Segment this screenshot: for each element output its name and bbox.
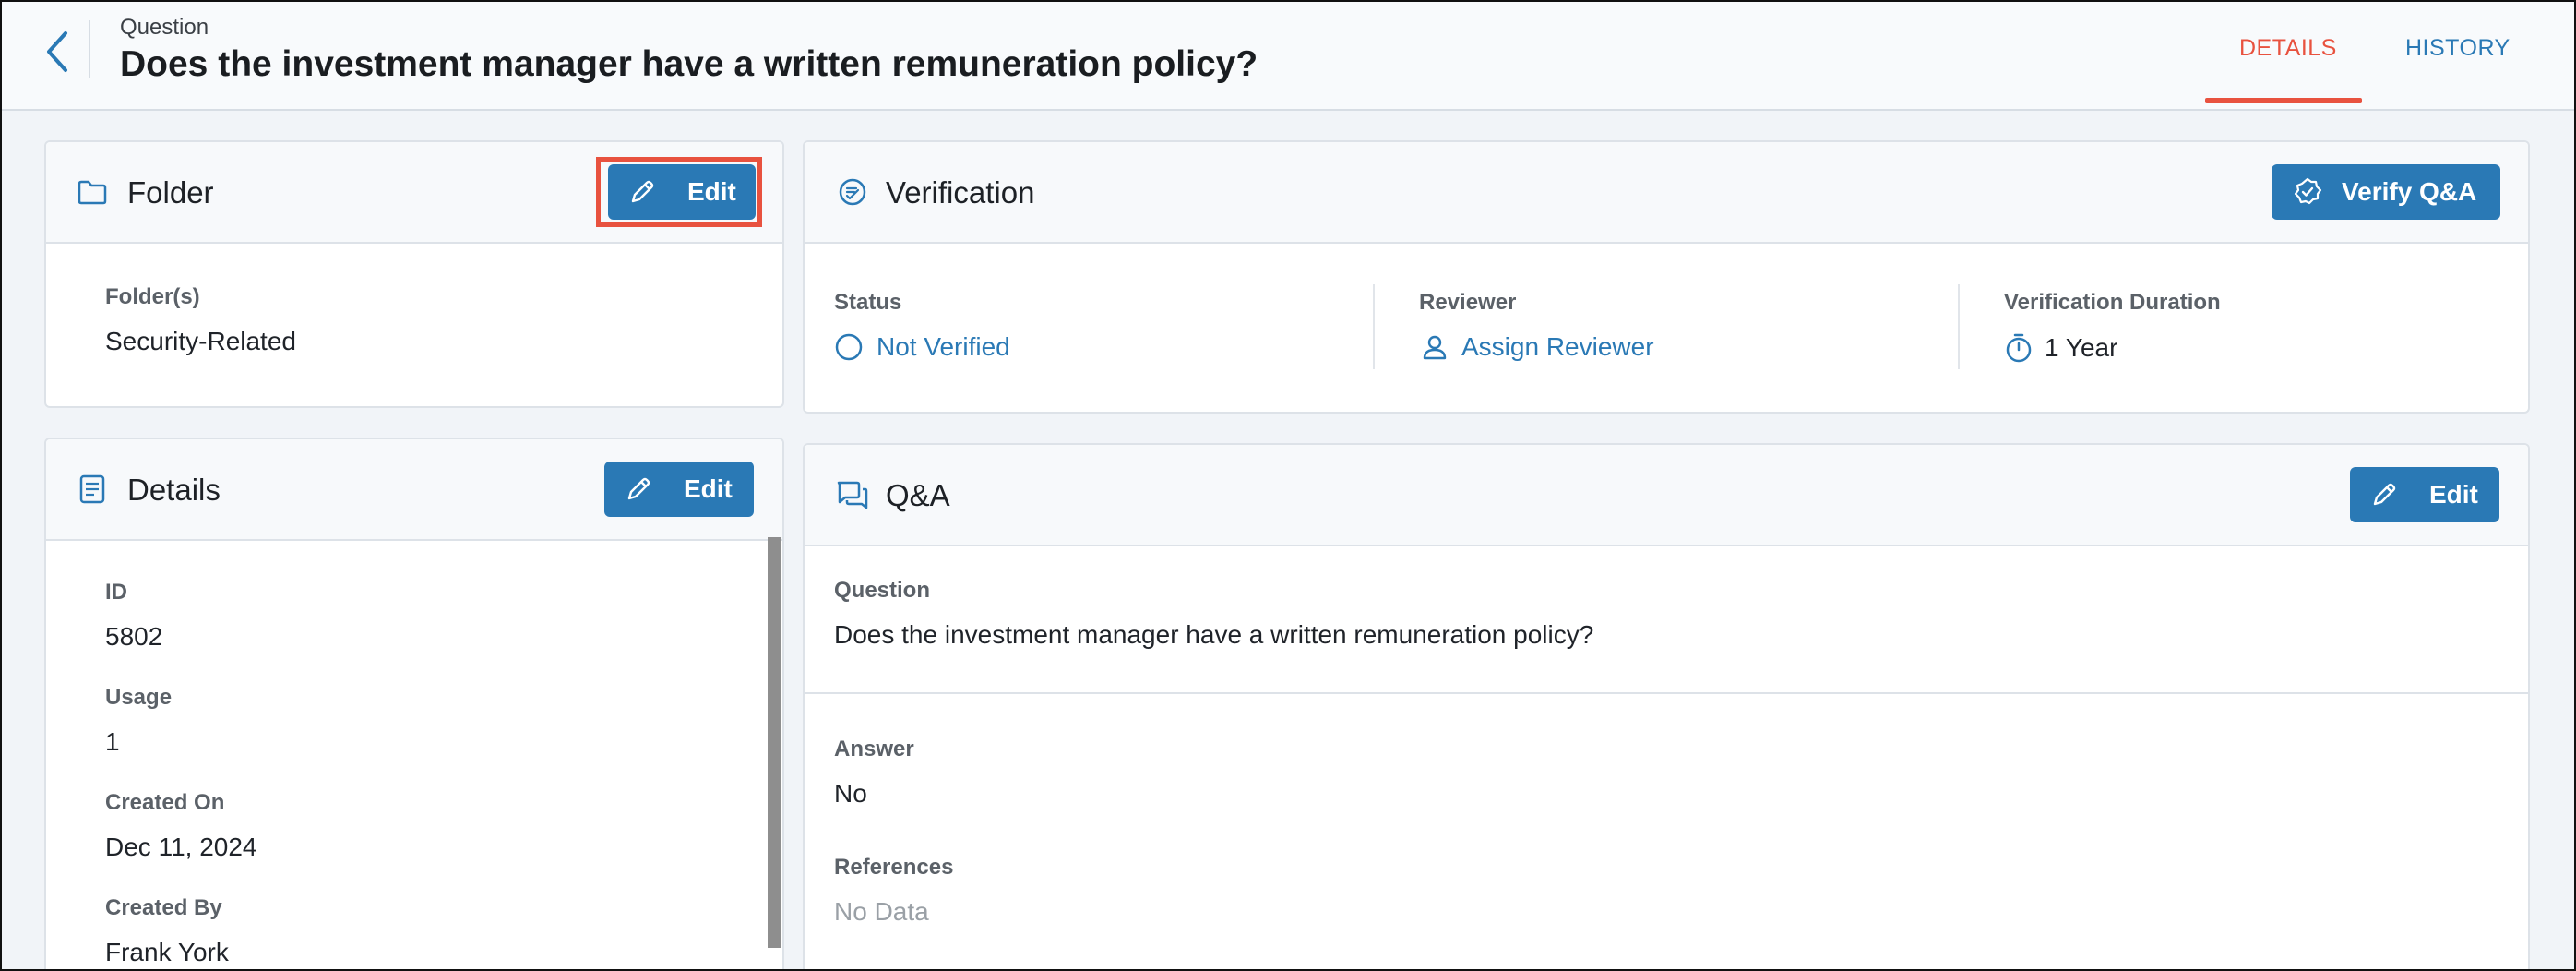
folder-card: Folder Edit Folder(s) Security-Related (44, 140, 784, 408)
details-list-icon (79, 474, 105, 504)
circle-status-icon (835, 333, 863, 361)
duration-value-text: 1 Year (2045, 333, 2118, 362)
verify-qa-button[interactable]: Verify Q&A (2272, 164, 2500, 220)
duration-value: 1 Year (2004, 332, 2117, 364)
answer-value: No (834, 779, 867, 808)
status-value-text: Not Verified (877, 332, 1010, 361)
verification-card-header: Verification Verify Q&A (805, 142, 2528, 244)
page-title: Does the investment manager have a writt… (120, 44, 1258, 84)
details-created-by-value: Frank York (105, 938, 229, 966)
details-id-label: ID (105, 580, 127, 605)
details-edit-label: Edit (684, 474, 733, 503)
details-card-title: Details (127, 473, 221, 507)
verified-badge-icon (2294, 177, 2322, 205)
folder-icon (78, 180, 107, 205)
reviewer-label: Reviewer (1419, 290, 1517, 315)
qa-edit-button[interactable]: Edit (2350, 467, 2499, 522)
verification-icon (839, 178, 866, 206)
active-tab-indicator (2205, 98, 2362, 103)
header-divider (89, 20, 90, 78)
qa-card-header: Q&A Edit (805, 445, 2528, 546)
folder-edit-button[interactable]: Edit (608, 164, 756, 220)
details-created-on-label: Created On (105, 790, 225, 815)
details-scrollbar[interactable] (768, 537, 781, 948)
references-value: No Data (834, 897, 929, 926)
breadcrumb: Question (120, 15, 209, 40)
chat-icon (837, 481, 868, 509)
status-value[interactable]: Not Verified (834, 332, 1010, 362)
back-button[interactable] (37, 26, 78, 78)
question-label: Question (834, 578, 931, 603)
status-label: Status (834, 290, 902, 315)
folder-field-label: Folder(s) (105, 284, 200, 309)
assign-reviewer-text: Assign Reviewer (1461, 332, 1654, 361)
duration-label: Verification Duration (2004, 290, 2221, 315)
details-card-header: Details Edit (46, 439, 782, 541)
qa-edit-label: Edit (2429, 480, 2478, 509)
details-edit-button[interactable]: Edit (604, 462, 754, 517)
back-chevron-icon (47, 31, 67, 72)
verification-card-title: Verification (886, 175, 1035, 210)
details-created-by-label: Created By (105, 895, 222, 920)
verification-divider-1 (1373, 284, 1375, 369)
details-card: Details Edit ID 5802 Usage 1 Created On … (44, 438, 784, 971)
details-created-on-value: Dec 11, 2024 (105, 833, 257, 861)
verification-card: Verification Verify Q&A (803, 140, 2530, 414)
person-icon (1423, 335, 1447, 360)
answer-label: Answer (834, 737, 914, 761)
verification-divider-2 (1958, 284, 1960, 369)
pencil-icon (631, 180, 654, 203)
question-value: Does the investment manager have a writt… (834, 620, 1594, 649)
tab-details[interactable]: DETAILS (2239, 35, 2337, 62)
pencil-icon (2373, 483, 2396, 506)
references-label: References (834, 855, 954, 880)
tab-history[interactable]: HISTORY (2405, 35, 2510, 62)
details-usage-value: 1 (105, 727, 120, 756)
qa-card: Q&A Edit (803, 443, 2530, 971)
stopwatch-icon (2006, 333, 2032, 363)
folder-edit-label: Edit (687, 177, 736, 206)
folder-card-header: Folder Edit (46, 142, 782, 244)
pencil-icon (627, 477, 650, 500)
verify-qa-label: Verify Q&A (2342, 177, 2477, 206)
assign-reviewer-link[interactable]: Assign Reviewer (1421, 332, 1654, 362)
folder-card-title: Folder (127, 175, 214, 210)
qa-divider (805, 692, 2530, 694)
page-header: Question Does the investment manager hav… (0, 0, 2576, 111)
details-id-value: 5802 (105, 622, 163, 651)
details-usage-label: Usage (105, 685, 173, 710)
qa-card-title: Q&A (886, 478, 950, 512)
folder-field-value: Security-Related (105, 327, 296, 355)
